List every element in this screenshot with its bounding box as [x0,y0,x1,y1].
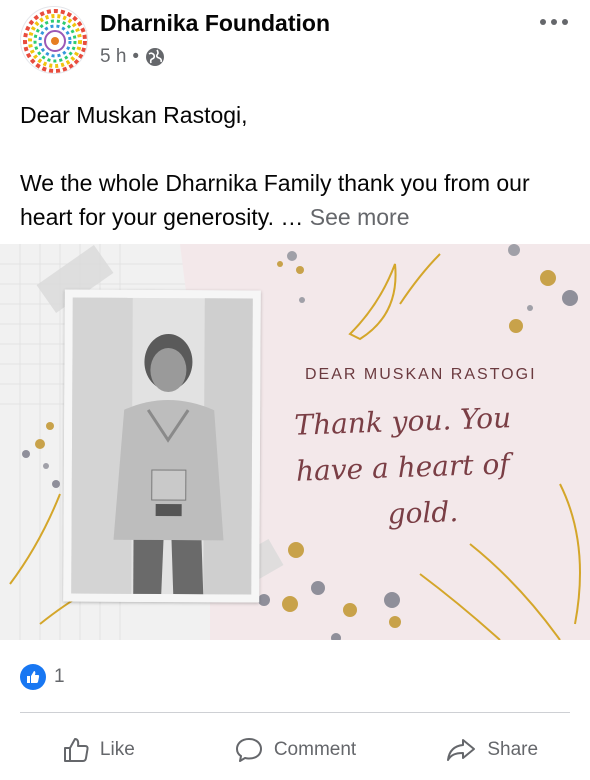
post-body-text: We the whole Dharnika Family thank you f… [20,170,530,230]
post-image[interactable]: DEAR MUSKAN RASTOGI Thank you. You have … [0,244,590,640]
card-message: Thank you. You have a heart of gold. [294,393,569,540]
divider [20,712,570,713]
share-label: Share [487,739,539,760]
post-header: Dharnika Foundation 5 h • [0,0,590,80]
comment-button[interactable]: Comment [197,722,394,778]
photo-of-recipient [63,289,261,603]
page-name[interactable]: Dharnika Foundation [100,10,330,37]
comment-label: Comment [273,739,357,760]
share-button[interactable]: Share [393,722,590,778]
post-text: Dear Muskan Rastogi, We the whole Dharni… [20,98,575,234]
card-heading: DEAR MUSKAN RASTOGI [305,366,537,383]
post-meta: 5 h • [100,46,165,68]
post-actions: Like Comment Share [0,722,590,778]
see-more-link[interactable]: See more [310,204,410,230]
post-time[interactable]: 5 h [100,46,126,68]
more-options-button[interactable] [536,10,572,34]
like-icon [63,738,89,762]
globe-icon [146,48,165,66]
post-greeting: Dear Muskan Rastogi, [20,102,248,128]
dot-icon [551,19,557,25]
thumbs-up-icon [20,664,46,690]
dot-icon [562,19,568,25]
card-message-line: gold. [387,495,459,531]
comment-icon [235,738,262,762]
reactions-summary[interactable]: 1 [20,664,65,690]
share-icon [447,739,476,761]
reaction-count: 1 [54,666,65,687]
like-button[interactable]: Like [0,722,197,778]
like-label: Like [99,739,135,760]
post-body: We the whole Dharnika Family thank you f… [20,166,575,234]
dot-icon [540,19,546,25]
meta-separator: • [132,46,140,67]
page-avatar[interactable] [20,6,88,74]
